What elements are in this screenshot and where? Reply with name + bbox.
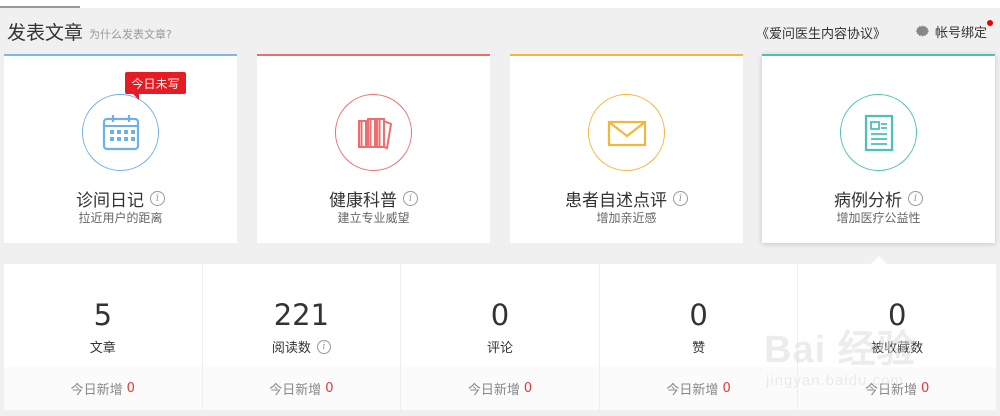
watermark-url: jingyan.baidu.com (766, 372, 904, 389)
stat-label-row: 阅读数 i (203, 337, 401, 356)
not-written-today-badge: 今日未写 (125, 72, 186, 100)
stat-articles[interactable]: 5 文章 今日新增 0 (4, 264, 203, 410)
stat-label-row: 文章 (4, 337, 202, 356)
envelope-icon (607, 120, 646, 146)
today-count: 0 (722, 381, 731, 396)
document-icon (864, 114, 893, 151)
stat-value: 221 (273, 298, 330, 332)
today-count: 0 (126, 381, 135, 396)
card-description: 建立专业威望 (337, 211, 410, 225)
notification-dot (987, 20, 994, 26)
card-title: 患者自述点评 (565, 191, 667, 211)
today-label: 今日新增 (70, 383, 123, 398)
today-label: 今日新增 (666, 383, 719, 398)
info-icon[interactable]: i (403, 191, 418, 206)
watermark: Bai 经验 jingyan.baidu.com (760, 300, 1000, 410)
stat-value: 0 (490, 298, 510, 332)
card-health-science[interactable]: 健康科普 i 建立专业威望 (257, 54, 490, 243)
today-count: 0 (523, 381, 533, 396)
card-title-row: 健康科普 i (257, 186, 490, 211)
page-title: 发表文章 (7, 22, 84, 44)
stat-label: 文章 (89, 341, 116, 356)
card-accent-bar (4, 54, 237, 56)
stat-label: 赞 (692, 341, 706, 356)
account-bind-button[interactable]: 帐号绑定 (912, 20, 994, 42)
card-icon-circle (840, 94, 917, 171)
card-case-analysis[interactable]: 病例分析 i 增加医疗公益性 (762, 54, 995, 243)
stat-value: 5 (93, 298, 113, 332)
card-description: 增加亲近感 (596, 211, 657, 225)
why-publish-link[interactable]: 为什么发表文章? (89, 26, 172, 42)
stat-label: 评论 (486, 341, 513, 356)
card-icon-circle (335, 94, 412, 171)
card-description: 拉近用户的距离 (78, 211, 163, 225)
info-icon[interactable]: i (673, 191, 688, 206)
stat-label-row: 评论 (401, 337, 599, 356)
today-label: 今日新增 (467, 383, 520, 398)
card-icon-circle (588, 94, 665, 171)
stat-label: 阅读数 (271, 341, 311, 356)
card-title: 病例分析 (834, 191, 902, 211)
card-accent-bar (257, 54, 490, 56)
calendar-icon (102, 114, 139, 150)
card-title-row: 诊间日记 i (4, 186, 237, 211)
card-clinic-diary[interactable]: 诊间日记 i 拉近用户的距离 (4, 54, 237, 243)
card-patient-review[interactable]: 患者自述点评 i 增加亲近感 (510, 54, 743, 243)
info-icon[interactable]: i (316, 339, 331, 354)
stat-today: 今日新增 0 (401, 367, 599, 410)
card-title-row: 病例分析 i (762, 186, 995, 211)
card-accent-bar (510, 54, 743, 56)
card-accent-bar (762, 54, 995, 56)
stat-today: 今日新增 0 (202, 367, 401, 410)
stat-today: 今日新增 0 (4, 367, 202, 410)
info-icon[interactable]: i (908, 191, 923, 206)
today-count: 0 (325, 381, 334, 396)
card-description: 增加医疗公益性 (836, 211, 921, 225)
card-title: 健康科普 (329, 191, 397, 211)
card-title: 诊间日记 (76, 191, 144, 211)
watermark-brand: Bai 经验 (764, 329, 916, 371)
top-divider (0, 0, 1000, 8)
gear-icon (915, 25, 930, 37)
account-bind-label: 帐号绑定 (935, 25, 988, 41)
books-icon (357, 117, 392, 149)
stat-reads[interactable]: 221 阅读数 i 今日新增 0 (202, 264, 402, 410)
card-title-row: 患者自述点评 i (510, 186, 743, 211)
today-label: 今日新增 (269, 383, 322, 398)
info-icon[interactable]: i (150, 191, 165, 206)
stat-comments[interactable]: 0 评论 今日新增 0 (401, 264, 600, 410)
header: 发表文章 为什么发表文章? 《爱问医生内容协议》 帐号绑定 (0, 8, 1000, 54)
content-agreement-link[interactable]: 《爱问医生内容协议》 (756, 23, 886, 42)
card-icon-circle (82, 94, 159, 171)
